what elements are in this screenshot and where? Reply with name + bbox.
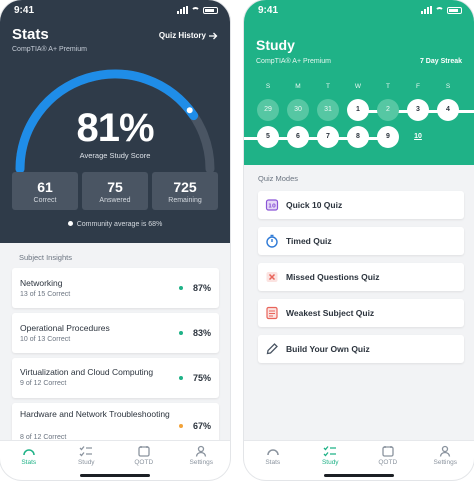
weekday-label: S [265,83,271,90]
calendar-day[interactable]: 30 [287,99,309,121]
quiz-history-link[interactable]: Quiz History [159,31,218,40]
weekday-label: T [326,83,330,90]
gauge-icon [23,449,35,456]
weekday-label: T [386,83,390,90]
exam-subtitle: CompTIA® A+ Premium [12,46,87,53]
missed-questions-quiz-button[interactable]: Missed Questions Quiz [258,263,464,291]
subject-percent: 83% [192,328,211,338]
tab-settings[interactable]: Settings [178,445,224,480]
page-title: Study [256,37,295,53]
svg-text:10: 10 [268,204,276,210]
status-dot-icon [179,331,183,335]
weekday-label: F [416,83,420,90]
calendar-day[interactable]: 3 [407,99,429,121]
person-icon [196,445,207,457]
calendar-day[interactable]: 2 [377,99,399,121]
wifi-icon [191,6,200,14]
weekday-label: W [354,83,362,90]
calendar-day[interactable]: 29 [257,99,279,121]
arrow-right-icon [209,32,218,39]
status-time: 9:41 [14,4,35,16]
weekday-label: S [445,83,451,90]
stat-remaining: 725 Remaining [152,172,218,210]
calendar-day[interactable]: 7 [317,126,339,148]
stats-phone-screen: 9:41 Stats CompTIA® A+ Premium Quiz Hist… [0,0,230,480]
calendar-day[interactable]: 6 [287,126,309,148]
quiz-modes-title: Quiz Modes [258,174,299,183]
exam-subtitle: CompTIA® A+ Premium [256,58,331,65]
status-time: 9:41 [258,4,279,16]
calendar-day[interactable]: 8 [347,126,369,148]
page-title: Stats [12,26,49,43]
battery-icon [447,6,462,14]
study-phone-screen: 9:41 Study CompTIA® A+ Premium 7 Day Str… [244,0,474,480]
calendar-icon [382,446,394,457]
checklist-icon [79,446,93,457]
stopwatch-icon [266,234,278,248]
calendar-day[interactable]: 5 [257,126,279,148]
average-score-label: Average Study Score [79,151,151,160]
missed-icon [266,272,278,282]
subject-card-virtualization[interactable]: Virtualization and Cloud Computing 9 of … [12,358,219,398]
community-dot-icon [67,221,73,226]
tab-settings[interactable]: Settings [422,445,468,480]
subject-percent: 67% [192,421,211,431]
status-dot-icon [179,286,183,290]
timed-quiz-button[interactable]: Timed Quiz [258,227,464,255]
community-average: Community average is 68% [0,221,230,228]
signal-icon [177,6,188,14]
person-icon [440,445,451,457]
calendar-icon [138,446,150,457]
stat-answered: 75 Answered [82,172,148,210]
calendar-day[interactable]: 9 [377,126,399,148]
app-store-screenshot: 9:41 Stats CompTIA® A+ Premium Quiz Hist… [0,0,474,489]
weakest-icon [266,306,278,320]
build-your-own-quiz-button[interactable]: Build Your Own Quiz [258,335,464,363]
weakest-subject-quiz-button[interactable]: Weakest Subject Quiz [258,299,464,327]
status-bar: 9:41 [244,0,474,20]
tab-stats[interactable]: Stats [6,445,52,480]
home-indicator[interactable] [324,474,394,477]
checklist-icon [323,446,337,457]
calendar-day[interactable]: 31 [317,99,339,121]
status-dot-icon [179,376,183,380]
status-dot-icon [179,424,183,428]
weekday-label: M [295,83,301,90]
home-indicator[interactable] [80,474,150,477]
quiz-history-label: Quiz History [158,31,206,40]
stats-header: 9:41 Stats CompTIA® A+ Premium Quiz Hist… [0,0,230,243]
calendar-day[interactable]: 1 [347,99,369,121]
subject-percent: 87% [192,283,211,293]
stat-correct: 61 Correct [12,172,78,210]
calendar-day[interactable]: 4 [437,99,459,121]
subject-insights-title: Subject Insights [19,253,72,262]
status-bar: 9:41 [0,0,230,20]
subject-card-operational-procedures[interactable]: Operational Procedures 10 of 13 Correct … [12,313,219,353]
study-header: 9:41 Study CompTIA® A+ Premium 7 Day Str… [244,0,474,165]
gauge-icon [267,449,279,456]
subject-percent: 75% [192,373,211,383]
signal-icon [421,6,432,14]
subject-card-networking[interactable]: Networking 13 of 15 Correct 87% [12,268,219,308]
average-score-value: 81% [76,106,154,150]
calendar-day[interactable]: 10 [407,126,429,148]
streak-label: 7 Day Streak [419,58,462,65]
battery-icon [203,6,218,14]
wifi-icon [435,6,444,14]
pencil-icon [266,343,278,355]
quick-10-quiz-button[interactable]: 10 Quick 10 Quiz [258,191,464,219]
tab-stats[interactable]: Stats [250,445,296,480]
quick-quiz-icon: 10 [265,199,279,211]
